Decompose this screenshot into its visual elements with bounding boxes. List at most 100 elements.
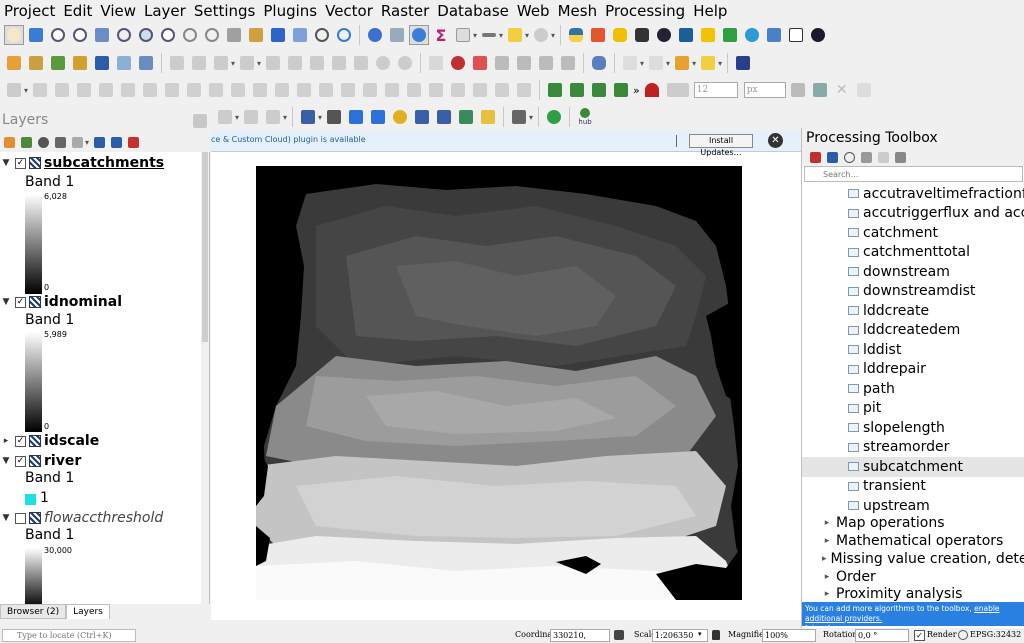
algorithm-item[interactable]: upstream: [802, 496, 1024, 516]
chevron-right-icon[interactable]: ▸: [822, 589, 832, 599]
algorithm-item[interactable]: downstream: [802, 262, 1024, 282]
chevron-right-icon[interactable]: ▸: [822, 572, 832, 582]
tab-browser[interactable]: Browser (2): [0, 604, 67, 619]
refresh-icon[interactable]: [334, 25, 354, 45]
crs-globe-icon[interactable]: [958, 630, 968, 640]
action-icon[interactable]: [387, 25, 407, 45]
share-icon[interactable]: [544, 107, 564, 127]
menu-web[interactable]: Web: [513, 0, 554, 22]
select-annotation-icon[interactable]: [324, 107, 344, 127]
algorithm-item[interactable]: streamorder: [802, 438, 1024, 458]
layer-idscale[interactable]: ▸ ✓ idscale: [0, 431, 99, 451]
menu-raster[interactable]: Raster: [377, 0, 433, 22]
processing-toolbox-gear-icon[interactable]: [409, 25, 429, 45]
options-wrench-icon[interactable]: [893, 150, 907, 164]
visibility-eye-icon[interactable]: [36, 135, 50, 149]
group-proximity-analysis[interactable]: ▸ Proximity analysis: [802, 586, 1024, 602]
rotation-field[interactable]: 0,0 °: [855, 629, 909, 642]
layer-visibility-checkbox[interactable]: ✓: [15, 296, 26, 308]
layer-flowaccthreshold[interactable]: ▼ flowaccthreshold: [0, 508, 164, 528]
label-pin-icon[interactable]: [448, 53, 468, 73]
plugin-earth-icon[interactable]: [808, 25, 828, 45]
menu-project[interactable]: Project: [0, 0, 59, 22]
group-order[interactable]: ▸ Order: [802, 568, 1024, 586]
new-3d-view-tool[interactable]: [246, 25, 266, 45]
menu-edit[interactable]: Edit: [59, 0, 96, 22]
magnifier-field[interactable]: 100%: [762, 629, 816, 642]
help-icon[interactable]: [733, 53, 753, 73]
algorithm-item[interactable]: path: [802, 379, 1024, 399]
layer-river[interactable]: ▼ ✓ river: [0, 451, 82, 471]
algorithm-item[interactable]: catchment: [802, 223, 1024, 243]
menu-plugins[interactable]: Plugins: [259, 0, 321, 22]
scripts-icon[interactable]: [825, 150, 839, 164]
database-icon[interactable]: [589, 53, 609, 73]
picture-annotation-icon[interactable]: [456, 107, 476, 127]
tab-layers[interactable]: Layers: [66, 604, 110, 619]
digitize-icon[interactable]: [114, 53, 134, 73]
algorithm-item[interactable]: slopelength: [802, 418, 1024, 438]
label-highlight-icon[interactable]: [470, 53, 490, 73]
plugin-binoculars-icon[interactable]: [632, 25, 652, 45]
render-checkbox[interactable]: ✓: [914, 630, 925, 641]
label-rotate-icon[interactable]: [536, 53, 556, 73]
snapping-options-icon[interactable]: [664, 80, 692, 100]
profile-tool-1-icon[interactable]: [545, 80, 565, 100]
marker-annotation-icon[interactable]: [390, 107, 410, 127]
plugin-globe-icon[interactable]: [654, 25, 674, 45]
lock-scale-icon[interactable]: [712, 630, 720, 640]
text-point-annotation-icon[interactable]: [434, 107, 454, 127]
install-updates-button[interactable]: Install Updates…: [689, 134, 753, 157]
tracing-icon[interactable]: [788, 80, 808, 100]
remove-layer-icon[interactable]: [126, 135, 140, 149]
annotation-icon[interactable]: [505, 25, 525, 45]
algorithm-item-selected[interactable]: subcatchment: [802, 457, 1024, 477]
pan-to-selection-tool[interactable]: [26, 25, 46, 45]
bookmark-new-icon[interactable]: [268, 25, 288, 45]
layer-visibility-checkbox[interactable]: ✓: [15, 157, 26, 169]
menu-mesh[interactable]: Mesh: [554, 0, 602, 22]
chevron-right-icon[interactable]: ▸: [822, 518, 832, 528]
plugin-wifi-icon[interactable]: [742, 25, 762, 45]
layers-panel-close-icon[interactable]: [193, 114, 207, 128]
layer-visibility-checkbox[interactable]: ✓: [15, 435, 26, 447]
chevron-right-icon[interactable]: ▸: [822, 554, 827, 564]
identify-icon[interactable]: [365, 25, 385, 45]
algorithm-item[interactable]: lddrepair: [802, 360, 1024, 380]
extents-toggle-icon[interactable]: [614, 630, 624, 640]
algorithm-item[interactable]: downstreamdist: [802, 282, 1024, 302]
group-map-operations[interactable]: ▸ Map operations: [802, 514, 1024, 532]
chevron-right-icon[interactable]: ▸: [0, 436, 12, 446]
menu-vector[interactable]: Vector: [321, 0, 377, 22]
zoom-selection-tool[interactable]: [114, 25, 134, 45]
snap-topology-icon[interactable]: [810, 80, 830, 100]
map-tips-icon[interactable]: [531, 25, 551, 45]
group-mathematical-operators[interactable]: ▸ Mathematical operators: [802, 532, 1024, 550]
menu-view[interactable]: View: [96, 0, 140, 22]
collapse-all-icon[interactable]: [109, 135, 123, 149]
zoom-next-tool[interactable]: [202, 25, 222, 45]
chevron-down-icon[interactable]: ▼: [0, 513, 12, 523]
units-select[interactable]: px: [743, 82, 786, 98]
algorithm-item[interactable]: lddcreatedem: [802, 321, 1024, 341]
select-features-icon[interactable]: [620, 53, 640, 73]
algorithm-item[interactable]: pit: [802, 399, 1024, 419]
plugin-warning-icon[interactable]: [698, 25, 718, 45]
layer-subcatchments[interactable]: ▼ ✓ subcatchments: [0, 153, 165, 173]
font-size-field[interactable]: 12: [693, 82, 738, 98]
label-change-icon[interactable]: [558, 53, 578, 73]
profile-tool-3-icon[interactable]: [589, 80, 609, 100]
line-annotation-icon[interactable]: [368, 107, 388, 127]
pan-map-tool[interactable]: [4, 25, 24, 45]
select-all-icon[interactable]: [698, 53, 718, 73]
expand-all-icon[interactable]: [92, 135, 106, 149]
locator-input[interactable]: [2, 629, 136, 642]
style-manager-icon[interactable]: [2, 135, 16, 149]
new-geopackage-layer-icon[interactable]: [26, 53, 46, 73]
zoom-last-tool[interactable]: [180, 25, 200, 45]
label-tool-icon[interactable]: [426, 53, 446, 73]
digitize-shape-icon[interactable]: [4, 80, 24, 100]
text-annotation-icon[interactable]: [298, 107, 318, 127]
expression-filter-icon[interactable]: [70, 135, 84, 149]
magnet-snapping-icon[interactable]: [642, 80, 662, 100]
